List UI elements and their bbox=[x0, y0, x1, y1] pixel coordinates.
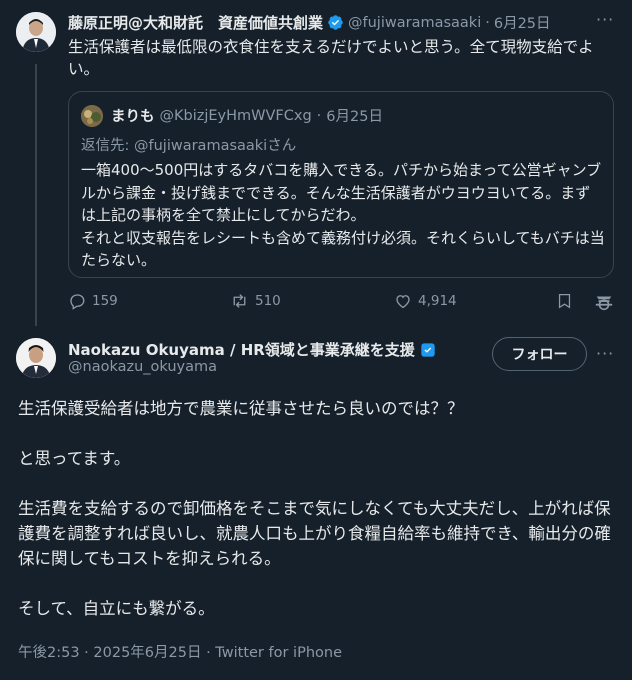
paragraph: 生活費を支給するので卸価格をそこまで気にしなくても大丈夫だし、上がれば保護費を調… bbox=[18, 499, 611, 568]
dot-separator: · bbox=[485, 14, 490, 31]
main-tweet-text: 生活保護受給者は地方で農業に従事させたら良いのでは？？ と思ってます。 生活費を… bbox=[18, 396, 618, 621]
reply-icon bbox=[70, 294, 85, 310]
reply-to-label: 返信先: bbox=[81, 138, 134, 154]
tweet-source: Twitter for iPhone bbox=[215, 645, 342, 661]
like-icon bbox=[396, 295, 410, 309]
avatar[interactable] bbox=[16, 12, 56, 52]
grok-icon bbox=[595, 296, 613, 311]
tweet-header: 藤原正明@大和財託 資産価値共創業 @fujiwaramasaaki · 6月2… bbox=[68, 12, 551, 33]
reply-context: 返信先: @fujiwaramasaakiさん bbox=[81, 134, 296, 155]
display-name[interactable]: 藤原正明@大和財託 資産価値共創業 bbox=[68, 12, 323, 33]
bookmark-button[interactable] bbox=[556, 292, 573, 310]
quote-date: 6月25日 bbox=[326, 109, 383, 125]
reply-button[interactable]: 159 bbox=[68, 292, 118, 310]
follow-button[interactable]: フォロー bbox=[492, 337, 587, 371]
repost-count: 510 bbox=[255, 293, 281, 309]
main-tweet-header: Naokazu Okuyama / HR領域と事業承継を支援 bbox=[68, 339, 436, 360]
avatar-photo bbox=[16, 12, 56, 52]
action-bar: 159 510 4,914 bbox=[68, 292, 624, 314]
main-avatar[interactable] bbox=[16, 338, 56, 378]
reply-count: 159 bbox=[92, 293, 118, 309]
grok-button[interactable] bbox=[593, 292, 615, 312]
meta-separator: · bbox=[206, 645, 211, 661]
tweet-date[interactable]: 6月25日 bbox=[494, 12, 551, 33]
reply-to-handle[interactable]: @fujiwaramasaaki bbox=[134, 138, 267, 154]
main-display-name[interactable]: Naokazu Okuyama / HR領域と事業承継を支援 bbox=[68, 339, 415, 360]
tweet-time[interactable]: 午後2:53 bbox=[18, 645, 80, 661]
tweet-full-date[interactable]: 2025年6月25日 bbox=[93, 645, 201, 661]
quote-text: 一箱400～500円はするタバコを購入できる。パチから始まって公営ギャンブルから… bbox=[81, 161, 605, 269]
thread-line bbox=[35, 64, 37, 326]
more-icon[interactable]: ··· bbox=[596, 10, 614, 29]
main-handle[interactable]: @naokazu_okuyama bbox=[68, 359, 217, 375]
paragraph: そして、自立にも繋がる。 bbox=[18, 599, 215, 618]
handle[interactable]: @fujiwaramasaaki bbox=[348, 15, 481, 31]
main-avatar-photo bbox=[16, 338, 56, 378]
like-button[interactable]: 4,914 bbox=[394, 292, 457, 310]
repost-button[interactable]: 510 bbox=[230, 292, 281, 310]
quote-avatar bbox=[81, 105, 103, 127]
tweet-meta: 午後2:53 · 2025年6月25日 · Twitter for iPhone bbox=[18, 641, 342, 662]
tweet-text: 生活保護者は最低限の衣食住を支えるだけでよいと思う。全て現物支給でよい。 bbox=[68, 38, 594, 78]
meta-separator: · bbox=[84, 645, 89, 661]
quote-handle: @KbizjEyHmWVFCxg bbox=[159, 107, 312, 124]
more-icon[interactable]: ··· bbox=[596, 344, 614, 363]
quote-avatar-photo bbox=[81, 105, 103, 127]
business-badge-icon bbox=[421, 342, 435, 357]
bookmark-icon bbox=[558, 293, 571, 309]
quote-display-name: まりも bbox=[111, 109, 155, 125]
repost-icon bbox=[233, 294, 246, 308]
paragraph: と思ってます。 bbox=[18, 449, 131, 468]
verified-badge-icon bbox=[328, 15, 343, 30]
paragraph: 生活保護受給者は地方で農業に従事させたら良いのでは？？ bbox=[18, 399, 464, 418]
like-count: 4,914 bbox=[418, 293, 457, 309]
quote-tweet[interactable]: まりも @KbizjEyHmWVFCxg · 6月25日 返信先: @fujiw… bbox=[68, 91, 614, 278]
quote-header: まりも @KbizjEyHmWVFCxg · 6月25日 bbox=[111, 105, 383, 126]
dot-separator: · bbox=[316, 107, 322, 124]
reply-to-suffix: さん bbox=[267, 138, 297, 154]
